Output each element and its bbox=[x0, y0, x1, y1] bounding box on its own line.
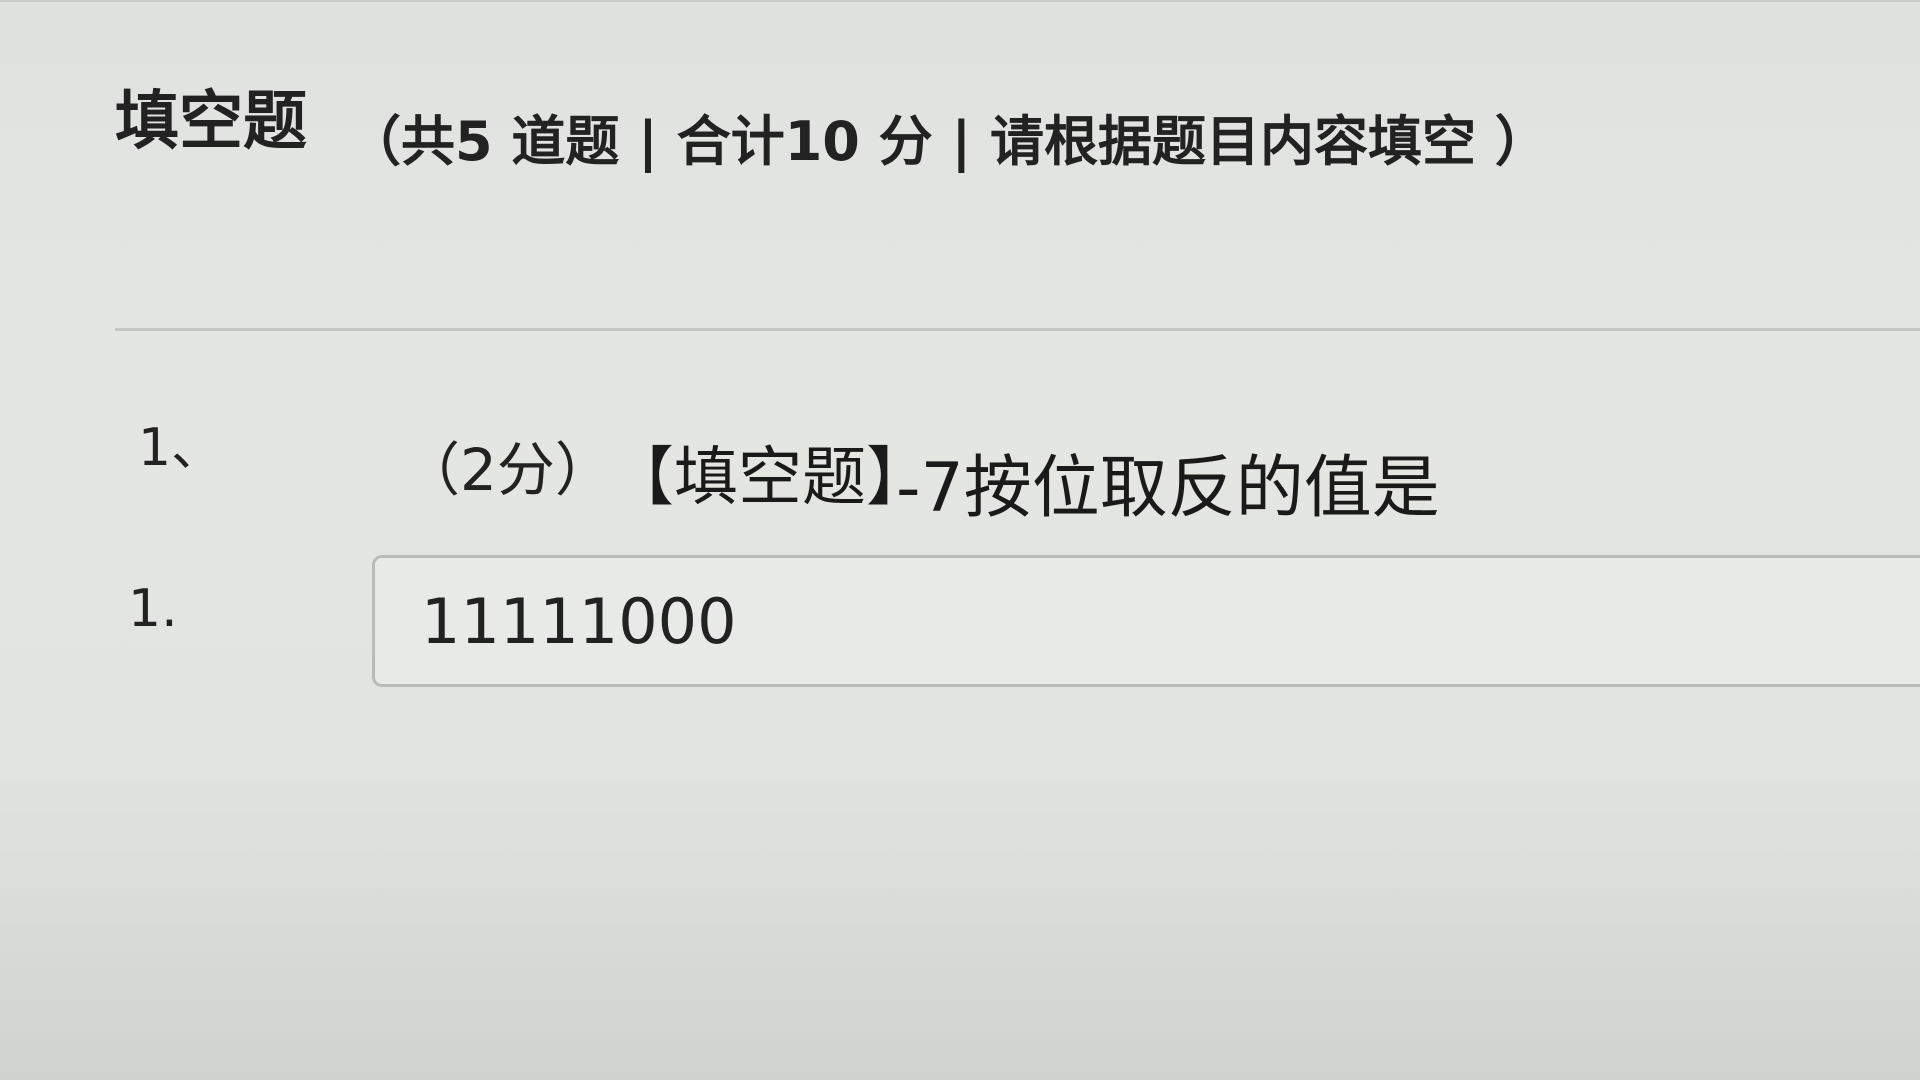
section-divider bbox=[115, 328, 1920, 331]
question-points: （2分） bbox=[402, 436, 613, 504]
question-number: 1、 bbox=[138, 418, 224, 478]
section-meta: （共5 道题 | 合计10 分 | 请根据题目内容填空 ） bbox=[347, 110, 1549, 173]
question-text: -7按位取反的值是 bbox=[896, 449, 1440, 528]
section-header: 填空题 （共5 道题 | 合计10 分 | 请根据题目内容填空 ） bbox=[115, 78, 1815, 188]
question-item: 1、 （2分） 【填空题】 -7按位取反的值是 bbox=[130, 410, 1830, 530]
question-type-label: 【填空题】 bbox=[610, 441, 930, 515]
top-divider bbox=[0, 0, 1920, 2]
section-title: 填空题 bbox=[115, 85, 307, 159]
background-shade bbox=[0, 760, 1920, 1080]
answer-row: 1. bbox=[120, 555, 1920, 705]
answer-blank-number: 1. bbox=[128, 579, 178, 639]
answer-input[interactable] bbox=[372, 555, 1920, 687]
